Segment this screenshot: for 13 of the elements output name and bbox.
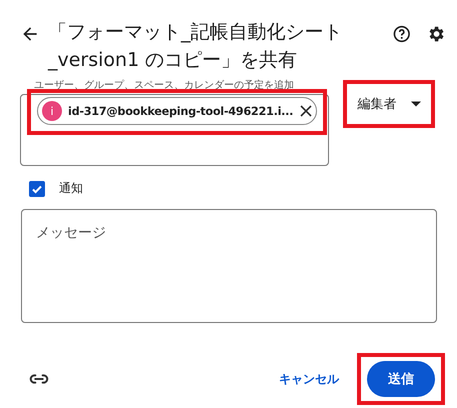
send-button[interactable]: 送信	[367, 361, 435, 397]
close-icon[interactable]	[299, 104, 314, 118]
help-icon[interactable]	[392, 24, 412, 44]
role-dropdown[interactable]: 編集者	[358, 95, 420, 113]
recipient-chip[interactable]: i id-317@bookkeeping-tool-496221.i...	[37, 97, 317, 125]
recipient-email: id-317@bookkeeping-tool-496221.i...	[68, 104, 294, 118]
dialog-title: 「フォーマット_記帳自動化シート _version1 のコピー」を共有	[48, 20, 344, 73]
caret-icon	[410, 101, 420, 107]
avatar: i	[42, 101, 62, 121]
notify-label: 通知	[59, 180, 83, 197]
notify-checkbox[interactable]	[29, 180, 45, 196]
message-field[interactable]: メッセージ	[21, 209, 437, 323]
cancel-button[interactable]: キャンセル	[275, 364, 343, 394]
